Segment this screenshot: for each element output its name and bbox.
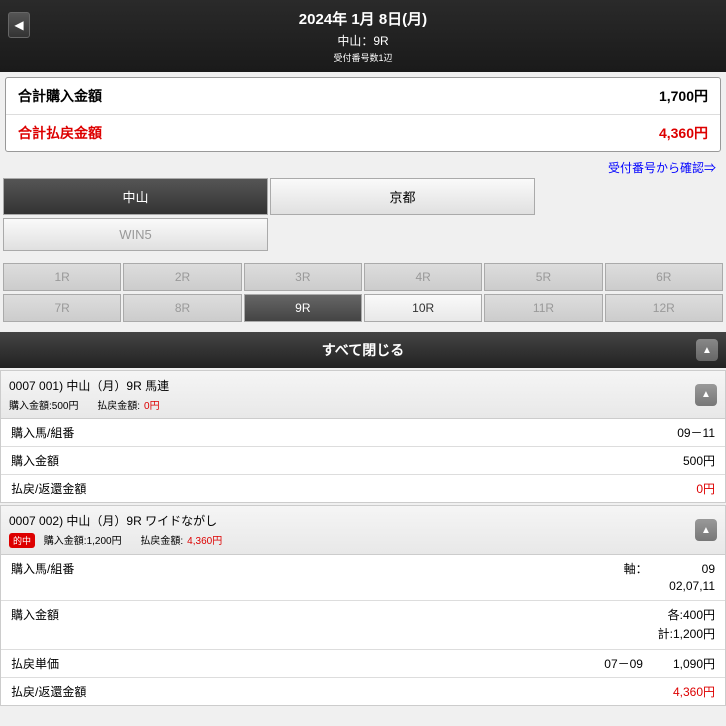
race-tab-10r[interactable]: 10R (364, 294, 482, 322)
race-tab-8r[interactable]: 8R (123, 294, 241, 322)
race-tab-4r[interactable]: 4R (364, 263, 482, 291)
race-tab-11r[interactable]: 11R (484, 294, 602, 322)
bet-header-2[interactable]: 0007 002) 中山（月）9R ワイドながし 的中 購入金額:1,200円 … (1, 506, 725, 555)
bet-title-2: 0007 002) 中山（月）9R ワイドながし 的中 購入金額:1,200円 … (9, 512, 695, 548)
header-race: 中山：9R (8, 32, 718, 49)
detail-row: 払戻/返還金額 4,360円 (1, 678, 725, 705)
tab-win5[interactable]: WIN5 (3, 218, 268, 251)
detail-row: 購入馬/組番 09－11 (1, 419, 725, 447)
race-tabs-row2: 7R 8R 9R 10R 11R 12R (0, 294, 726, 322)
detail-row: 購入馬/組番 軸： 09 02,07,11 (1, 555, 725, 601)
venue-tabs-2: WIN5 (0, 218, 726, 251)
header-sub: 受付番号数1辺 (8, 51, 718, 64)
toggle-icon-1: ▲ (695, 384, 717, 406)
bet-sub-1: 購入金額:500円 払戻金額:0円 (9, 397, 695, 412)
race-tab-1r[interactable]: 1R (3, 263, 121, 291)
collapse-all-label: すべて閉じる (322, 342, 404, 358)
summary-payout-value: 4,360円 (659, 123, 708, 143)
detail-row: 購入金額 各:400円 計:1,200円 (1, 601, 725, 650)
summary-purchase-row: 合計購入金額 1,700円 (6, 78, 720, 115)
summary-purchase-label: 合計購入金額 (18, 86, 659, 106)
bet-header-1[interactable]: 0007 001) 中山（月）9R 馬連 購入金額:500円 払戻金額:0円 ▲ (1, 371, 725, 419)
tab-kyoto[interactable]: 京都 (270, 178, 535, 215)
page-header: ◀ 2024年 1月 8日(月) 中山：9R 受付番号数1辺 (0, 0, 726, 72)
back-button[interactable]: ◀ (8, 12, 30, 38)
race-tab-3r[interactable]: 3R (244, 263, 362, 291)
summary-purchase-value: 1,700円 (659, 86, 708, 106)
bet-block-1: 0007 001) 中山（月）9R 馬連 購入金額:500円 払戻金額:0円 ▲… (0, 370, 726, 503)
detail-row: 購入金額 500円 (1, 447, 725, 475)
race-tab-5r[interactable]: 5R (484, 263, 602, 291)
bet-sub-2: 的中 購入金額:1,200円 払戻金額:4,360円 (9, 532, 695, 548)
race-tab-9r[interactable]: 9R (244, 294, 362, 322)
collapse-all-icon: ▲ (696, 339, 718, 361)
summary-box: 合計購入金額 1,700円 合計払戻金額 4,360円 (5, 77, 721, 152)
header-date: 2024年 1月 8日(月) (8, 8, 718, 29)
hit-badge: 的中 (9, 533, 35, 548)
bet-title-1: 0007 001) 中山（月）9R 馬連 購入金額:500円 払戻金額:0円 (9, 377, 695, 412)
bet-block-2: 0007 002) 中山（月）9R ワイドながし 的中 購入金額:1,200円 … (0, 505, 726, 706)
venue-tabs: 中山 京都 (0, 178, 726, 215)
summary-payout-row: 合計払戻金額 4,360円 (6, 115, 720, 151)
summary-payout-label: 合計払戻金額 (18, 123, 659, 143)
toggle-icon-2: ▲ (695, 519, 717, 541)
confirm-link[interactable]: 受付番号から確認⇒ (0, 157, 726, 178)
collapse-all-bar[interactable]: すべて閉じる ▲ (0, 332, 726, 368)
detail-row: 払戻単価 07－09 1,090円 (1, 650, 725, 678)
race-tab-12r[interactable]: 12R (605, 294, 723, 322)
race-tabs-row1: 1R 2R 3R 4R 5R 6R (0, 263, 726, 291)
tab-nakayama[interactable]: 中山 (3, 178, 268, 215)
detail-row: 払戻/返還金額 0円 (1, 475, 725, 502)
race-tab-2r[interactable]: 2R (123, 263, 241, 291)
race-tab-6r[interactable]: 6R (605, 263, 723, 291)
race-tab-7r[interactable]: 7R (3, 294, 121, 322)
